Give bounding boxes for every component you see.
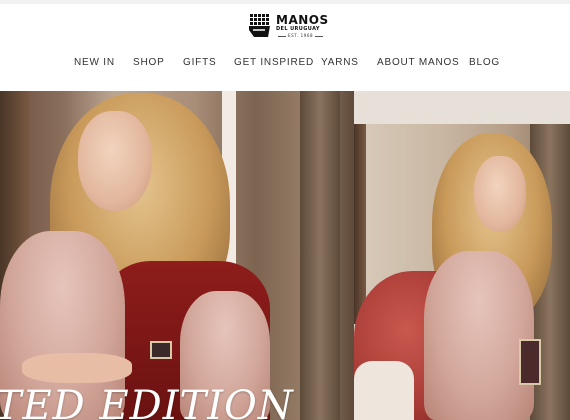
nav-item-yarns[interactable]: YARNS [321, 57, 359, 68]
brand-wordmark: MANOS DEL URUGUAY EST. 1968 [276, 14, 329, 38]
nav-item-gifts[interactable]: GIFTS [183, 57, 216, 68]
nav-item-new-in[interactable]: NEW IN [74, 57, 115, 68]
nav-item-about-manos[interactable]: ABOUT MANOS [377, 57, 460, 68]
hero-image-left[interactable]: ITED EDITION [0, 91, 354, 420]
brand-established: EST. 1968 [276, 34, 329, 38]
beaded-pendant [519, 339, 541, 385]
brand-logo[interactable]: MANOS DEL URUGUAY EST. 1968 [248, 10, 328, 42]
model-face [78, 111, 152, 211]
cream-cushion [354, 361, 414, 420]
nav-item-blog[interactable]: BLOG [469, 57, 500, 68]
brand-subtitle: DEL URUGUAY [276, 26, 320, 32]
hero-right-top-band [354, 91, 570, 124]
beaded-pendant [150, 341, 172, 359]
wood-post [300, 91, 340, 420]
main-nav: NEW IN SHOP GIFTS GET INSPIRED YARNS ABO… [0, 57, 570, 73]
model-face [474, 156, 526, 232]
model-hand [22, 353, 132, 383]
hero-title: ITED EDITION [0, 383, 294, 420]
top-divider [0, 0, 570, 4]
knit-shawl [424, 251, 534, 420]
nav-item-shop[interactable]: SHOP [133, 57, 165, 68]
hero-image-right[interactable] [354, 91, 570, 420]
chair-frame [354, 124, 366, 324]
hand-grid-icon [248, 13, 272, 39]
nav-item-get-inspired[interactable]: GET INSPIRED [234, 57, 314, 68]
brand-name: MANOS [276, 13, 329, 27]
